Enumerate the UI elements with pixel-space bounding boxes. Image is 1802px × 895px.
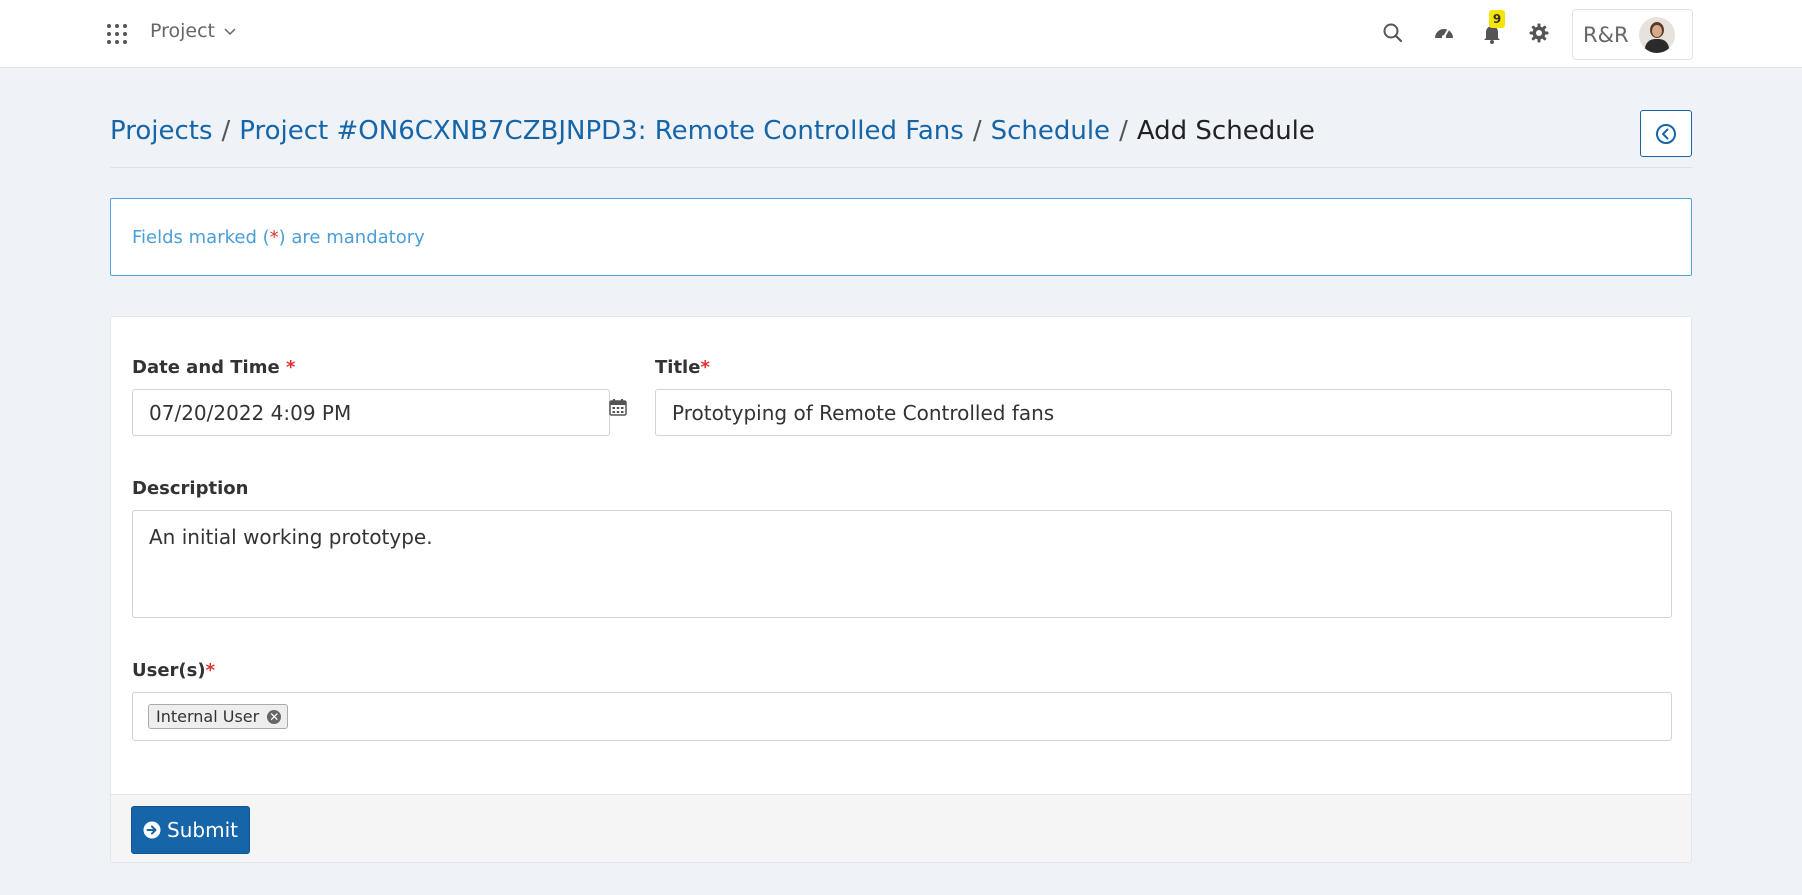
- project-menu-label: Project: [150, 20, 216, 42]
- user-chip: Internal User ✕: [148, 704, 289, 729]
- top-navbar: Project 9 R&R: [0, 0, 1802, 68]
- breadcrumb-project-link[interactable]: Project #ON6CXNB7CZBJNPD3: Remote Contro…: [239, 116, 964, 146]
- breadcrumb-separator: /: [221, 116, 231, 146]
- alert-text-suffix: ) are mandatory: [278, 226, 425, 248]
- arrow-circle-right-icon: [143, 821, 161, 839]
- project-menu-dropdown[interactable]: Project: [150, 20, 237, 42]
- breadcrumb-projects-link[interactable]: Projects: [110, 116, 213, 146]
- alert-required-star: *: [269, 226, 279, 248]
- notification-count-badge: 9: [1489, 10, 1505, 28]
- users-multiselect[interactable]: Internal User ✕: [132, 692, 1672, 741]
- datetime-label: Date and Time *: [132, 357, 296, 378]
- dashboard-icon[interactable]: [1431, 20, 1457, 46]
- submit-label: Submit: [167, 818, 238, 842]
- avatar: [1638, 16, 1675, 53]
- apps-grid-icon[interactable]: [107, 24, 127, 44]
- back-arrow-icon: [1656, 123, 1676, 144]
- breadcrumb: Projects / Project #ON6CXNB7CZBJNPD3: Re…: [110, 116, 1315, 146]
- remove-icon[interactable]: ✕: [267, 709, 282, 724]
- alert-text-prefix: Fields marked (: [132, 226, 270, 248]
- chevron-down-icon: [224, 28, 236, 36]
- page-title: Add Schedule: [1136, 116, 1315, 146]
- submit-button[interactable]: Submit: [131, 806, 250, 854]
- user-chip-label: Internal User: [156, 707, 260, 726]
- gear-icon[interactable]: [1526, 20, 1552, 46]
- form-footer: Submit: [111, 794, 1691, 862]
- header-divider: [110, 167, 1692, 168]
- calendar-icon[interactable]: [609, 398, 627, 416]
- user-menu-button[interactable]: R&R: [1572, 9, 1693, 60]
- search-icon[interactable]: [1380, 20, 1406, 46]
- back-button[interactable]: [1640, 110, 1692, 157]
- breadcrumb-schedule-link[interactable]: Schedule: [991, 116, 1110, 146]
- description-label: Description: [132, 478, 249, 499]
- user-initials: R&R: [1583, 22, 1629, 47]
- breadcrumb-separator: /: [1119, 116, 1128, 146]
- datetime-input[interactable]: 07/20/2022 4:09 PM: [132, 389, 610, 436]
- description-textarea[interactable]: An initial working prototype.: [132, 510, 1672, 618]
- breadcrumb-separator: /: [972, 116, 982, 146]
- title-label: Title*: [655, 357, 710, 378]
- users-label: User(s)*: [132, 660, 216, 681]
- mandatory-fields-alert: Fields marked ( * ) are mandatory: [110, 198, 1692, 276]
- schedule-form: Date and Time * 07/20/2022 4:09 PM Title…: [110, 316, 1692, 863]
- title-input[interactable]: Prototyping of Remote Controlled fans: [655, 389, 1672, 436]
